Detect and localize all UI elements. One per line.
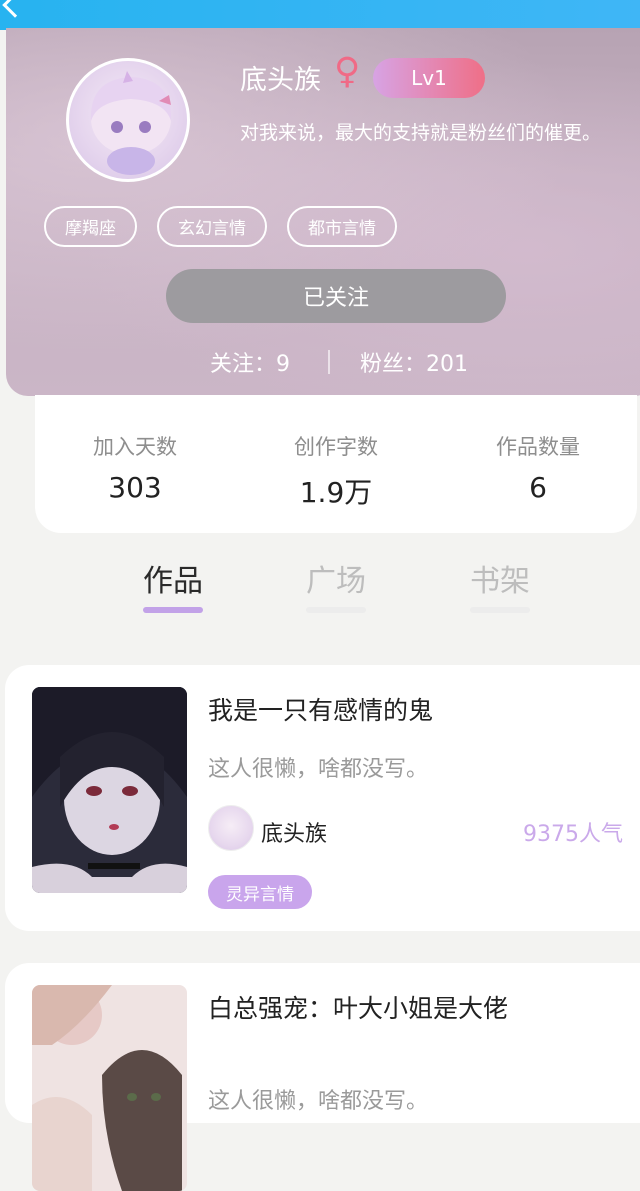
tag-urban-romance[interactable]: 都市言情 bbox=[287, 206, 397, 247]
book-description: 这人很懒，啥都没写。 bbox=[208, 757, 429, 782]
follow-button[interactable]: 已关注 bbox=[166, 269, 506, 323]
follow-counts: 关注：9 粉丝：201 bbox=[210, 346, 468, 378]
book-cover[interactable] bbox=[32, 687, 187, 893]
author-avatar[interactable] bbox=[208, 805, 254, 851]
stat-works-count: 作品数量 6 bbox=[468, 431, 608, 504]
book-card[interactable]: 我是一只有感情的鬼 这人很懒，啥都没写。 底头族 9375人气 灵异言情 bbox=[5, 665, 640, 931]
stat-days-joined: 加入天数 303 bbox=[65, 431, 205, 504]
bio-text: 对我来说，最大的支持就是粉丝们的催更。 bbox=[240, 122, 602, 144]
followers-count[interactable]: 粉丝：201 bbox=[360, 346, 468, 378]
genre-tag[interactable]: 灵异言情 bbox=[208, 875, 312, 909]
level-badge: Lv1 bbox=[373, 58, 485, 98]
stat-value: 1.9万 bbox=[299, 476, 373, 509]
divider bbox=[328, 350, 330, 374]
username: 底头族 bbox=[240, 65, 321, 96]
stats-card: 加入天数 303 创作字数 1.9万 作品数量 6 bbox=[35, 395, 637, 533]
stat-label: 作品数量 bbox=[496, 435, 580, 459]
cover-illustration bbox=[32, 687, 187, 893]
stat-word-count: 创作字数 1.9万 bbox=[266, 431, 406, 511]
book-card[interactable]: 白总强宠：叶大小姐是大佬 这人很懒，啥都没写。 bbox=[5, 963, 640, 1191]
author-name[interactable]: 底头族 bbox=[261, 816, 327, 848]
stat-value: 303 bbox=[108, 471, 162, 504]
avatar-illustration bbox=[90, 71, 172, 175]
back-arrow-icon[interactable] bbox=[2, 0, 28, 18]
following-count[interactable]: 关注：9 bbox=[210, 346, 290, 378]
tab-indicator-bookshelf bbox=[470, 607, 530, 613]
tab-indicator-plaza bbox=[306, 607, 366, 613]
popularity-count: 9375人气 bbox=[523, 822, 623, 847]
tab-indicator-works bbox=[143, 607, 203, 613]
cover-illustration bbox=[32, 985, 187, 1191]
top-bar bbox=[0, 0, 640, 30]
stat-label: 创作字数 bbox=[294, 435, 378, 459]
stat-value: 6 bbox=[529, 471, 547, 504]
book-description: 这人很懒，啥都没写。 bbox=[208, 1089, 429, 1114]
tag-list: 摩羯座 玄幻言情 都市言情 bbox=[44, 206, 397, 247]
book-title[interactable]: 我是一只有感情的鬼 bbox=[208, 691, 433, 727]
tab-bookshelf[interactable]: 书架 bbox=[450, 556, 550, 600]
stat-label: 加入天数 bbox=[93, 435, 177, 459]
tag-fantasy-romance[interactable]: 玄幻言情 bbox=[157, 206, 267, 247]
female-gender-icon: ♀ bbox=[334, 51, 361, 92]
avatar[interactable] bbox=[66, 58, 190, 182]
book-title[interactable]: 白总强宠：叶大小姐是大佬 bbox=[208, 989, 508, 1025]
book-cover[interactable] bbox=[32, 985, 187, 1191]
profile-header: 底头族 ♀ Lv1 对我来说，最大的支持就是粉丝们的催更。 摩羯座 玄幻言情 都… bbox=[6, 28, 640, 396]
tab-plaza[interactable]: 广场 bbox=[286, 556, 386, 600]
tag-zodiac[interactable]: 摩羯座 bbox=[44, 206, 137, 247]
tab-works[interactable]: 作品 bbox=[123, 556, 223, 600]
